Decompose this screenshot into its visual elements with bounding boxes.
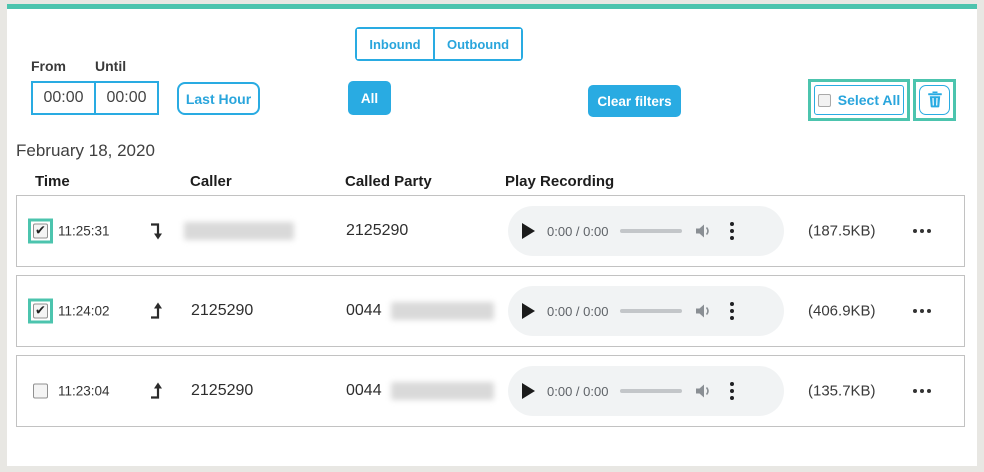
trash-icon: [925, 89, 945, 112]
select-all-button[interactable]: Select All: [814, 85, 904, 115]
volume-icon[interactable]: [694, 383, 714, 399]
call-time: 11:24:02: [58, 303, 110, 319]
trash-highlight-frame: [913, 79, 956, 121]
called-party-prefix: 0044: [346, 382, 382, 399]
caller: 2125290: [191, 382, 254, 399]
from-time-input[interactable]: [31, 81, 96, 115]
tab-inbound[interactable]: Inbound: [357, 29, 433, 59]
recording-row: 11:23:04 2125290 0044 0:00 / 0:00 (135.7…: [16, 355, 965, 427]
audio-player: 0:00 / 0:00: [508, 286, 784, 336]
player-time: 0:00 / 0:00: [547, 303, 609, 319]
row-checkbox[interactable]: [33, 303, 48, 319]
called-party: 2125290: [346, 222, 409, 239]
date-header: February 18, 2020: [16, 141, 155, 160]
column-header-play-recording: Play Recording: [505, 173, 615, 190]
recording-row: 11:25:31 2125290 0:00 / 0:00 (187.5KB): [16, 195, 965, 267]
filter-bar: From Until Last Hour Inbound Outbound Al…: [7, 9, 977, 137]
recording-row: 11:24:02 2125290 0044 0:00 / 0:00 (406.9…: [16, 275, 965, 347]
play-icon[interactable]: [522, 223, 535, 239]
play-icon[interactable]: [522, 303, 535, 319]
select-all-label: Select All: [837, 92, 901, 108]
called-party-redacted: [391, 382, 494, 400]
column-header-called-party: Called Party: [345, 173, 432, 190]
delete-button[interactable]: [919, 85, 950, 115]
clear-filters-button[interactable]: Clear filters: [588, 85, 681, 117]
call-direction-icon: [148, 382, 164, 401]
call-time: 11:23:04: [58, 383, 110, 399]
time-range-inputs: [31, 81, 159, 115]
caller-redacted: [184, 222, 294, 240]
row-checkbox-frame: [28, 298, 53, 324]
direction-tabs: Inbound Outbound: [355, 27, 524, 61]
call-time: 11:25:31: [58, 223, 110, 239]
row-checkbox-frame: [28, 379, 53, 404]
player-time: 0:00 / 0:00: [547, 223, 609, 239]
row-options-icon[interactable]: [911, 225, 933, 237]
column-header-caller: Caller: [190, 173, 232, 190]
audio-player: 0:00 / 0:00: [508, 366, 784, 416]
file-size: (406.9KB): [808, 302, 876, 320]
file-size: (135.7KB): [808, 382, 876, 400]
volume-icon[interactable]: [694, 303, 714, 319]
volume-icon[interactable]: [694, 223, 714, 239]
last-hour-button[interactable]: Last Hour: [177, 82, 260, 115]
caller: 2125290: [191, 302, 254, 319]
call-direction-icon: [148, 302, 164, 321]
file-size: (187.5KB): [808, 222, 876, 240]
recordings-panel: From Until Last Hour Inbound Outbound Al…: [7, 4, 977, 466]
row-checkbox[interactable]: [33, 383, 48, 399]
player-seek-bar[interactable]: [620, 389, 683, 393]
row-checkbox[interactable]: [33, 223, 48, 239]
player-seek-bar[interactable]: [620, 309, 683, 313]
until-time-input[interactable]: [94, 81, 159, 115]
all-button[interactable]: All: [348, 81, 391, 115]
player-time: 0:00 / 0:00: [547, 383, 609, 399]
player-kebab-menu-icon[interactable]: [726, 300, 738, 322]
row-options-icon[interactable]: [911, 385, 933, 397]
audio-player: 0:00 / 0:00: [508, 206, 784, 256]
row-options-icon[interactable]: [911, 305, 933, 317]
player-seek-bar[interactable]: [620, 229, 683, 233]
from-label: From: [31, 58, 66, 74]
called-party-redacted: [391, 302, 494, 320]
play-icon[interactable]: [522, 383, 535, 399]
until-label: Until: [95, 58, 127, 74]
call-direction-icon: [148, 222, 164, 241]
tab-outbound[interactable]: Outbound: [433, 29, 522, 59]
player-kebab-menu-icon[interactable]: [726, 220, 738, 242]
row-checkbox-frame: [28, 218, 53, 244]
select-all-checkbox[interactable]: [817, 93, 831, 107]
select-all-highlight-frame: Select All: [808, 79, 910, 121]
column-header-time: Time: [35, 173, 70, 190]
recordings-list: 11:25:31 2125290 0:00 / 0:00 (187.5KB): [16, 195, 965, 435]
player-kebab-menu-icon[interactable]: [726, 380, 738, 402]
called-party-prefix: 0044: [346, 302, 382, 319]
